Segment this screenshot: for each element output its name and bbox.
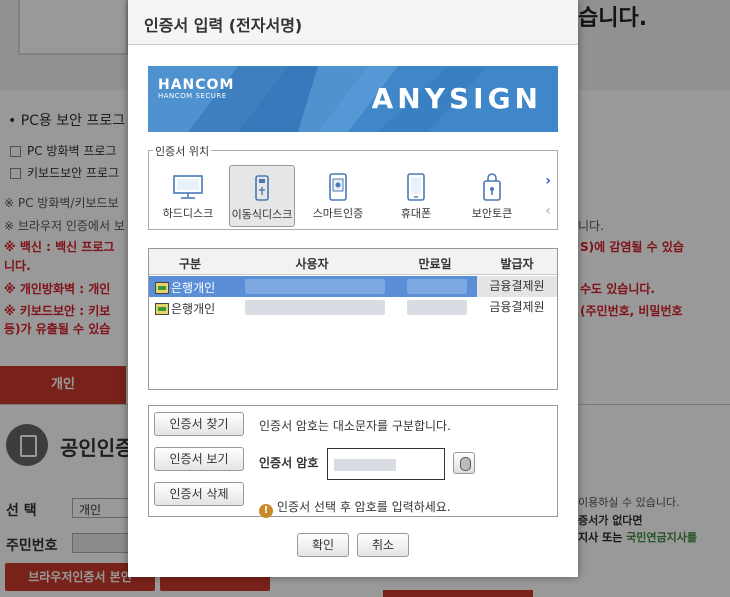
table-row[interactable]: 은행개인 금융결제원 — [149, 297, 557, 318]
cell-issuer: 금융결제원 — [477, 276, 557, 297]
certificate-icon — [155, 303, 169, 315]
table-row[interactable]: 은행개인 금융결제원 — [149, 276, 557, 297]
col-type: 구분 — [178, 257, 202, 271]
location-security-token[interactable]: 보안토큰 — [459, 165, 525, 227]
hint-text: 인증서 선택 후 암호를 입력하세요. — [277, 500, 451, 514]
certificate-icon — [155, 282, 169, 294]
location-security-token-label: 보안토큰 — [471, 207, 513, 220]
password-hint: ! 인증서 선택 후 암호를 입력하세요. — [259, 498, 451, 518]
chevron-left-icon[interactable]: ‹ — [545, 203, 551, 219]
hancom-logo: HANCOM — [158, 77, 235, 93]
usb-icon — [255, 175, 269, 201]
password-label: 인증서 암호 — [259, 456, 319, 470]
cert-location-legend: 인증서 위치 — [153, 143, 212, 159]
location-harddisk[interactable]: 하드디스크 — [155, 165, 221, 227]
col-issuer: 발급자 — [500, 257, 534, 271]
view-cert-button[interactable]: 인증서 보기 — [154, 447, 244, 471]
case-sensitive-note: 인증서 암호는 대소문자를 구분합니다. — [259, 419, 451, 433]
ok-button[interactable]: 확인 — [297, 533, 349, 557]
hancom-sub: HANCOM SECURE — [158, 92, 227, 100]
cell-type: 은행개인 — [155, 300, 215, 317]
mouse-input-icon[interactable] — [453, 452, 475, 474]
cell-user — [245, 279, 385, 294]
cell-type-label: 은행개인 — [171, 281, 216, 295]
col-user: 사용자 — [295, 257, 329, 271]
location-phone-label: 휴대폰 — [400, 207, 432, 220]
location-smart-cert[interactable]: 스마트인증 — [305, 165, 371, 227]
certificate-dialog: 인증서 입력 (전자서명) HANCOM HANCOM SECURE ANYSI… — [128, 0, 578, 577]
location-harddisk-label: 하드디스크 — [162, 207, 214, 220]
smart-cert-icon — [329, 173, 347, 201]
anysign-banner: HANCOM HANCOM SECURE ANYSIGN — [148, 66, 558, 132]
cell-issuer: 금융결제원 — [477, 297, 557, 318]
cell-type: 은행개인 — [155, 279, 215, 296]
phone-icon — [407, 173, 425, 201]
chevron-right-icon[interactable]: › — [545, 173, 551, 189]
location-removable[interactable]: 이동식디스크 — [229, 165, 295, 227]
find-cert-button[interactable]: 인증서 찾기 — [154, 412, 244, 436]
location-phone[interactable]: 휴대폰 — [383, 165, 449, 227]
certificate-table: 구분 사용자 만료일 발급자 은행개인 금융결제원 은행개인 금융결제원 — [148, 248, 558, 390]
security-token-icon — [483, 173, 501, 201]
table-header: 구분 사용자 만료일 발급자 — [149, 249, 557, 275]
info-icon: ! — [259, 504, 273, 518]
location-smart-cert-label: 스마트인증 — [312, 207, 364, 220]
password-section: 인증서 찾기 인증서 보기 인증서 삭제 인증서 암호는 대소문자를 구분합니다… — [148, 405, 558, 518]
password-input[interactable] — [327, 448, 445, 480]
cancel-button[interactable]: 취소 — [357, 533, 409, 557]
delete-cert-button[interactable]: 인증서 삭제 — [154, 482, 244, 506]
monitor-icon — [173, 175, 203, 199]
location-removable-label: 이동식디스크 — [231, 208, 293, 221]
dialog-title: 인증서 입력 (전자서명) — [128, 0, 578, 45]
cell-user — [245, 300, 385, 315]
cell-expiry — [407, 300, 467, 315]
cell-type-label: 은행개인 — [171, 302, 216, 316]
col-expiry: 만료일 — [418, 257, 452, 271]
cell-expiry — [407, 279, 467, 294]
anysign-logo: ANYSIGN — [371, 82, 542, 115]
cert-location-group: 인증서 위치 하드디스크 이동식디스크 스마트인증 휴대폰 보안토큰 › ‹ — [148, 143, 558, 230]
